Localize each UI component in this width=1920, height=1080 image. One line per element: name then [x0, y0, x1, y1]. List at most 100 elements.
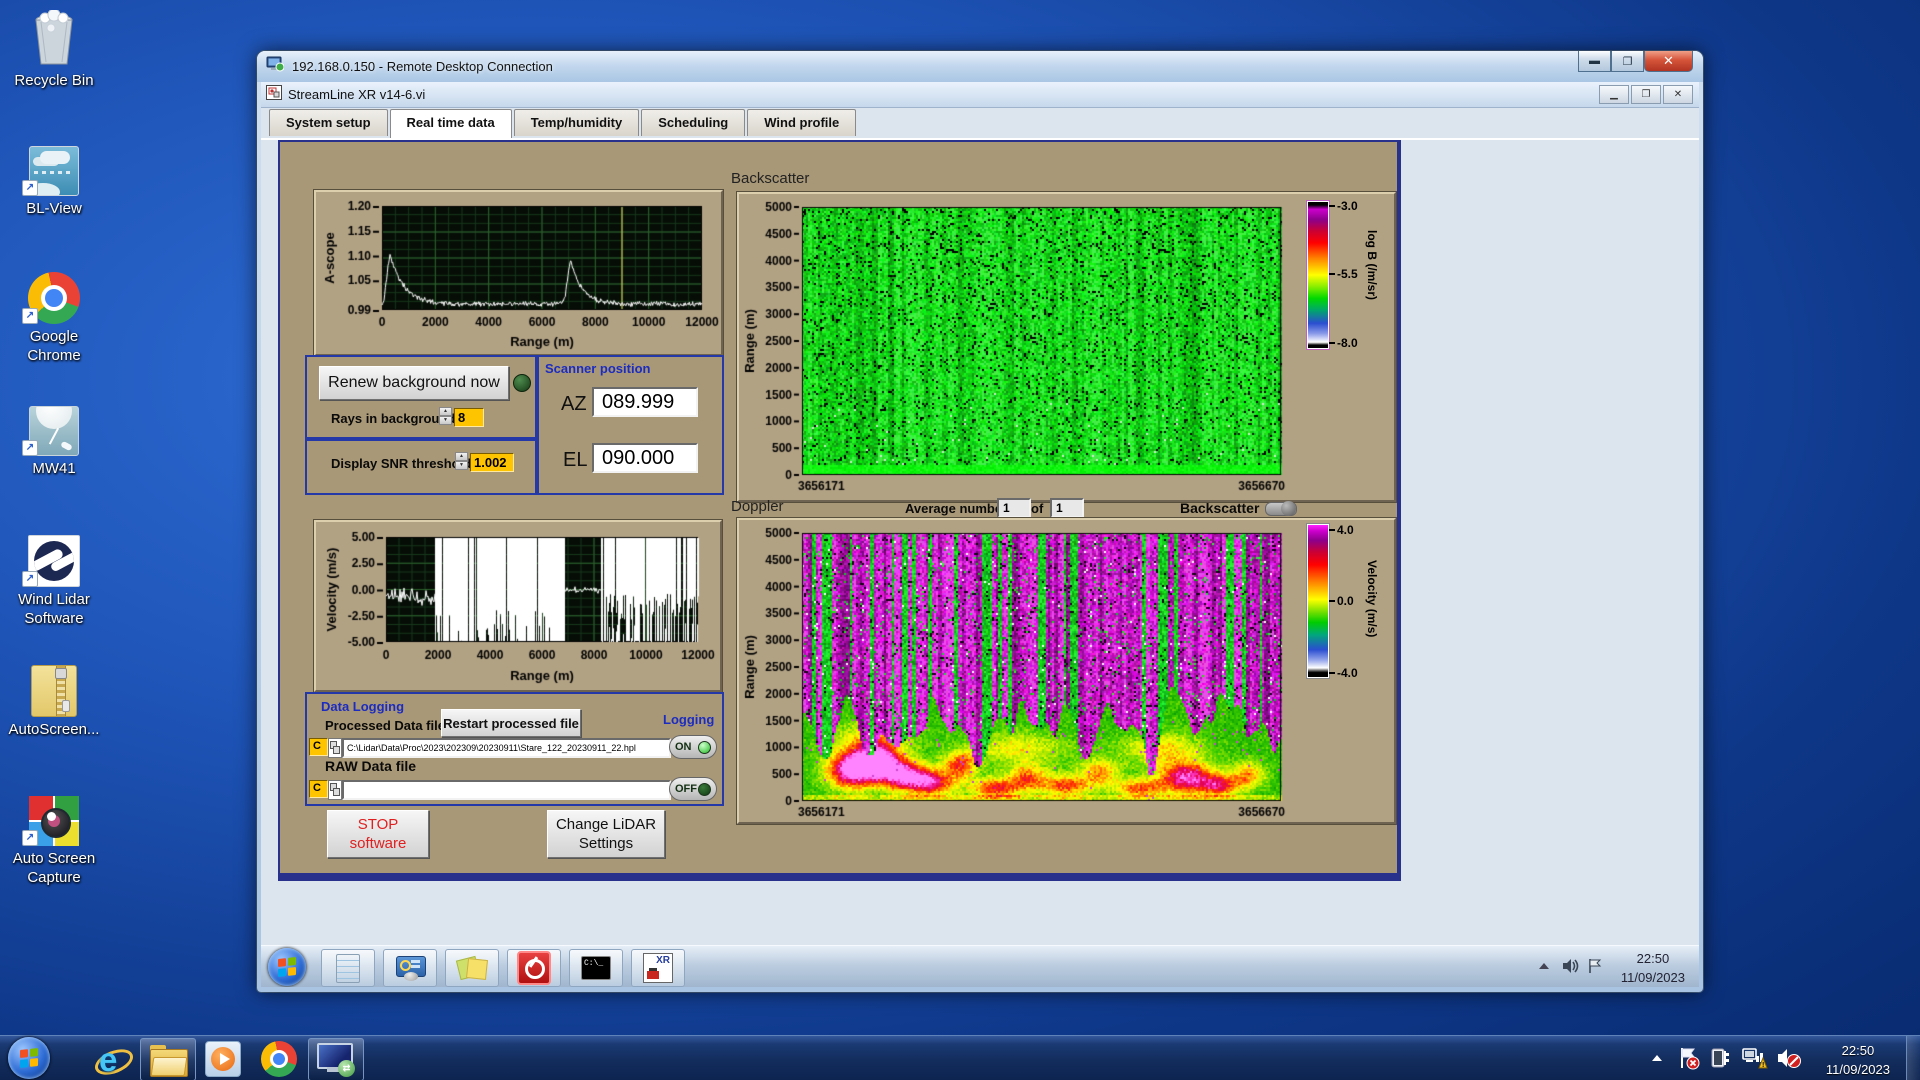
action-center-flag-icon[interactable] [1678, 1046, 1700, 1075]
start-button[interactable] [8, 1037, 50, 1079]
tab-system-setup[interactable]: System setup [269, 109, 388, 136]
shortcut-arrow-icon: ↗ [22, 830, 38, 846]
chrome-icon [261, 1040, 297, 1077]
browse-files-icon[interactable] [328, 780, 342, 800]
taskbar-streamline-xr-button[interactable]: XR [631, 949, 685, 987]
processed-path-field[interactable]: C:\Lidar\Data\Proc\2023\202309\20230911\… [342, 738, 671, 758]
toggle-knob [1281, 501, 1296, 516]
snr-spinner[interactable]: ▲ ▼ [455, 452, 468, 470]
tab-scheduling[interactable]: Scheduling [641, 109, 746, 136]
taskbar-command-prompt-button[interactable]: C:\_ [569, 949, 623, 987]
desktop-icon-recycle-bin[interactable]: Recycle Bin [2, 8, 106, 91]
el-label: EL [563, 449, 588, 471]
processed-logging-toggle[interactable]: ON [669, 735, 717, 759]
backscatter-colorbar-label: log B (/m/sr) [1365, 230, 1379, 301]
change-lidar-settings-button[interactable]: Change LiDAR Settings [547, 810, 665, 858]
maximize-button[interactable]: ❐ [1611, 51, 1644, 72]
average-total-value[interactable]: 1 [1050, 498, 1084, 518]
backscatter-toggle[interactable] [1265, 501, 1297, 516]
colorbar-tick [1329, 672, 1335, 674]
network-flag-icon[interactable] [1587, 957, 1605, 980]
colorbar-tick [1329, 273, 1335, 275]
settings-panel-icon [396, 956, 426, 981]
drive-selector[interactable]: C [309, 738, 328, 756]
shortcut-arrow-icon: ↗ [22, 308, 38, 324]
vi-titlebar[interactable]: StreamLine XR v14-6.vi ▁ ❐ ✕ [261, 82, 1699, 108]
drive-selector[interactable]: C [309, 780, 328, 798]
desktop-icon-autoscreen[interactable]: AutoScreen... [2, 657, 106, 740]
minimize-button[interactable]: ▬ [1578, 51, 1611, 72]
power-stop-icon [517, 951, 551, 985]
stop-software-button[interactable]: STOP software [327, 810, 429, 858]
velocity-plot[interactable] [318, 524, 718, 688]
media-player-icon [205, 1040, 241, 1077]
show-desktop-button[interactable] [1906, 1036, 1920, 1080]
taskbar-internet-explorer-button[interactable]: e [84, 1038, 138, 1080]
host-date: 11/09/2023 [1825, 1061, 1890, 1077]
tab-temp-humidity[interactable]: Temp/humidity [513, 109, 640, 136]
taskbar-windows-explorer-button[interactable] [140, 1038, 196, 1080]
restart-processed-file-button[interactable]: Restart processed file [441, 709, 581, 737]
colorbar-tick-label: -4.0 [1337, 666, 1358, 680]
remote-start-button[interactable] [268, 948, 306, 986]
data-logging-title: Data Logging [321, 699, 405, 714]
front-panel: Renew background now Rays in background … [278, 140, 1401, 881]
rdp-titlebar[interactable]: 192.168.0.150 - Remote Desktop Connectio… [257, 51, 1703, 82]
az-value[interactable]: 089.999 [592, 387, 698, 417]
host-taskbar: e ⇄ ! 22:50 11/09/2023 [0, 1035, 1920, 1080]
taskbar-power-stop-button[interactable] [507, 949, 561, 987]
taskbar-media-player-button[interactable] [196, 1038, 250, 1079]
renew-background-button[interactable]: Renew background now [319, 366, 509, 400]
off-led-icon [698, 782, 711, 796]
desktop-icon-google-chrome[interactable]: ↗ Google Chrome [2, 264, 106, 366]
vi-window-title: StreamLine XR v14-6.vi [288, 87, 426, 102]
doppler-plot[interactable] [741, 522, 1294, 820]
desktop-icon-mw41[interactable]: ↗ MW41 [2, 396, 106, 479]
scanner-position-title: Scanner position [545, 361, 651, 376]
average-number-value[interactable]: 1 [997, 498, 1031, 518]
ascope-plot[interactable] [318, 194, 719, 352]
rays-value[interactable]: 8 [454, 408, 484, 427]
close-button[interactable]: ✕ [1644, 51, 1693, 72]
vi-minimize-button[interactable]: ▁ [1599, 85, 1629, 104]
taskbar-sticky-notes-button[interactable] [445, 949, 499, 987]
taskbar-notepad-button[interactable] [321, 949, 375, 987]
colorbar-tick [1329, 529, 1335, 531]
snr-value[interactable]: 1.002 [470, 453, 514, 472]
vi-close-button[interactable]: ✕ [1663, 85, 1693, 104]
raw-logging-toggle[interactable]: OFF [669, 777, 717, 801]
taskbar-chrome-button[interactable] [252, 1038, 306, 1079]
vi-restore-button[interactable]: ❐ [1631, 85, 1661, 104]
average-number-label: Average number [905, 501, 1008, 516]
colorbar-tick-label: 0.0 [1337, 594, 1354, 608]
rays-spinner[interactable]: ▲ ▼ [439, 407, 452, 425]
network-warning-icon[interactable]: ! [1742, 1047, 1768, 1074]
desktop-icon-label: Auto Screen Capture [12, 850, 96, 886]
chrome-icon: ↗ [2, 264, 106, 324]
el-value[interactable]: 090.000 [592, 443, 698, 473]
colorbar-tick [1329, 342, 1335, 344]
remote-clock[interactable]: 22:50 11/09/2023 [1621, 950, 1685, 987]
browse-files-icon[interactable] [328, 738, 342, 758]
tray-expand-icon[interactable] [1652, 1055, 1662, 1061]
tab-wind-profile[interactable]: Wind profile [747, 109, 857, 136]
desktop-icon-wind-lidar-software[interactable]: ↗ Wind Lidar Software [2, 527, 106, 629]
taskbar-labview-settings-button[interactable] [383, 949, 437, 987]
raw-path-field[interactable] [342, 780, 671, 800]
tab-strip: System setup Real time data Temp/humidity S… [269, 109, 858, 139]
tab-real-time-data[interactable]: Real time data [389, 109, 512, 138]
change-line1: Change LiDAR [555, 815, 657, 833]
svg-text:!: ! [1762, 1062, 1764, 1069]
backscatter-plot[interactable] [741, 196, 1294, 494]
power-plug-icon[interactable] [1710, 1047, 1734, 1074]
windows-logo-icon [278, 957, 296, 977]
tray-expand-icon[interactable] [1539, 963, 1549, 969]
volume-muted-icon[interactable] [1776, 1046, 1802, 1075]
desktop-icon-bl-view[interactable]: ↗ BL-View [2, 136, 106, 219]
taskbar-remote-desktop-button[interactable]: ⇄ [308, 1038, 364, 1080]
desktop-icon-auto-screen-capture[interactable]: ↗ Auto Screen Capture [2, 786, 106, 888]
processed-data-file-label: Processed Data file [325, 718, 445, 733]
host-clock[interactable]: 22:50 11/09/2023 [1826, 1042, 1890, 1080]
colorbar-tick-label: 4.0 [1337, 523, 1354, 537]
volume-icon[interactable] [1561, 957, 1579, 980]
